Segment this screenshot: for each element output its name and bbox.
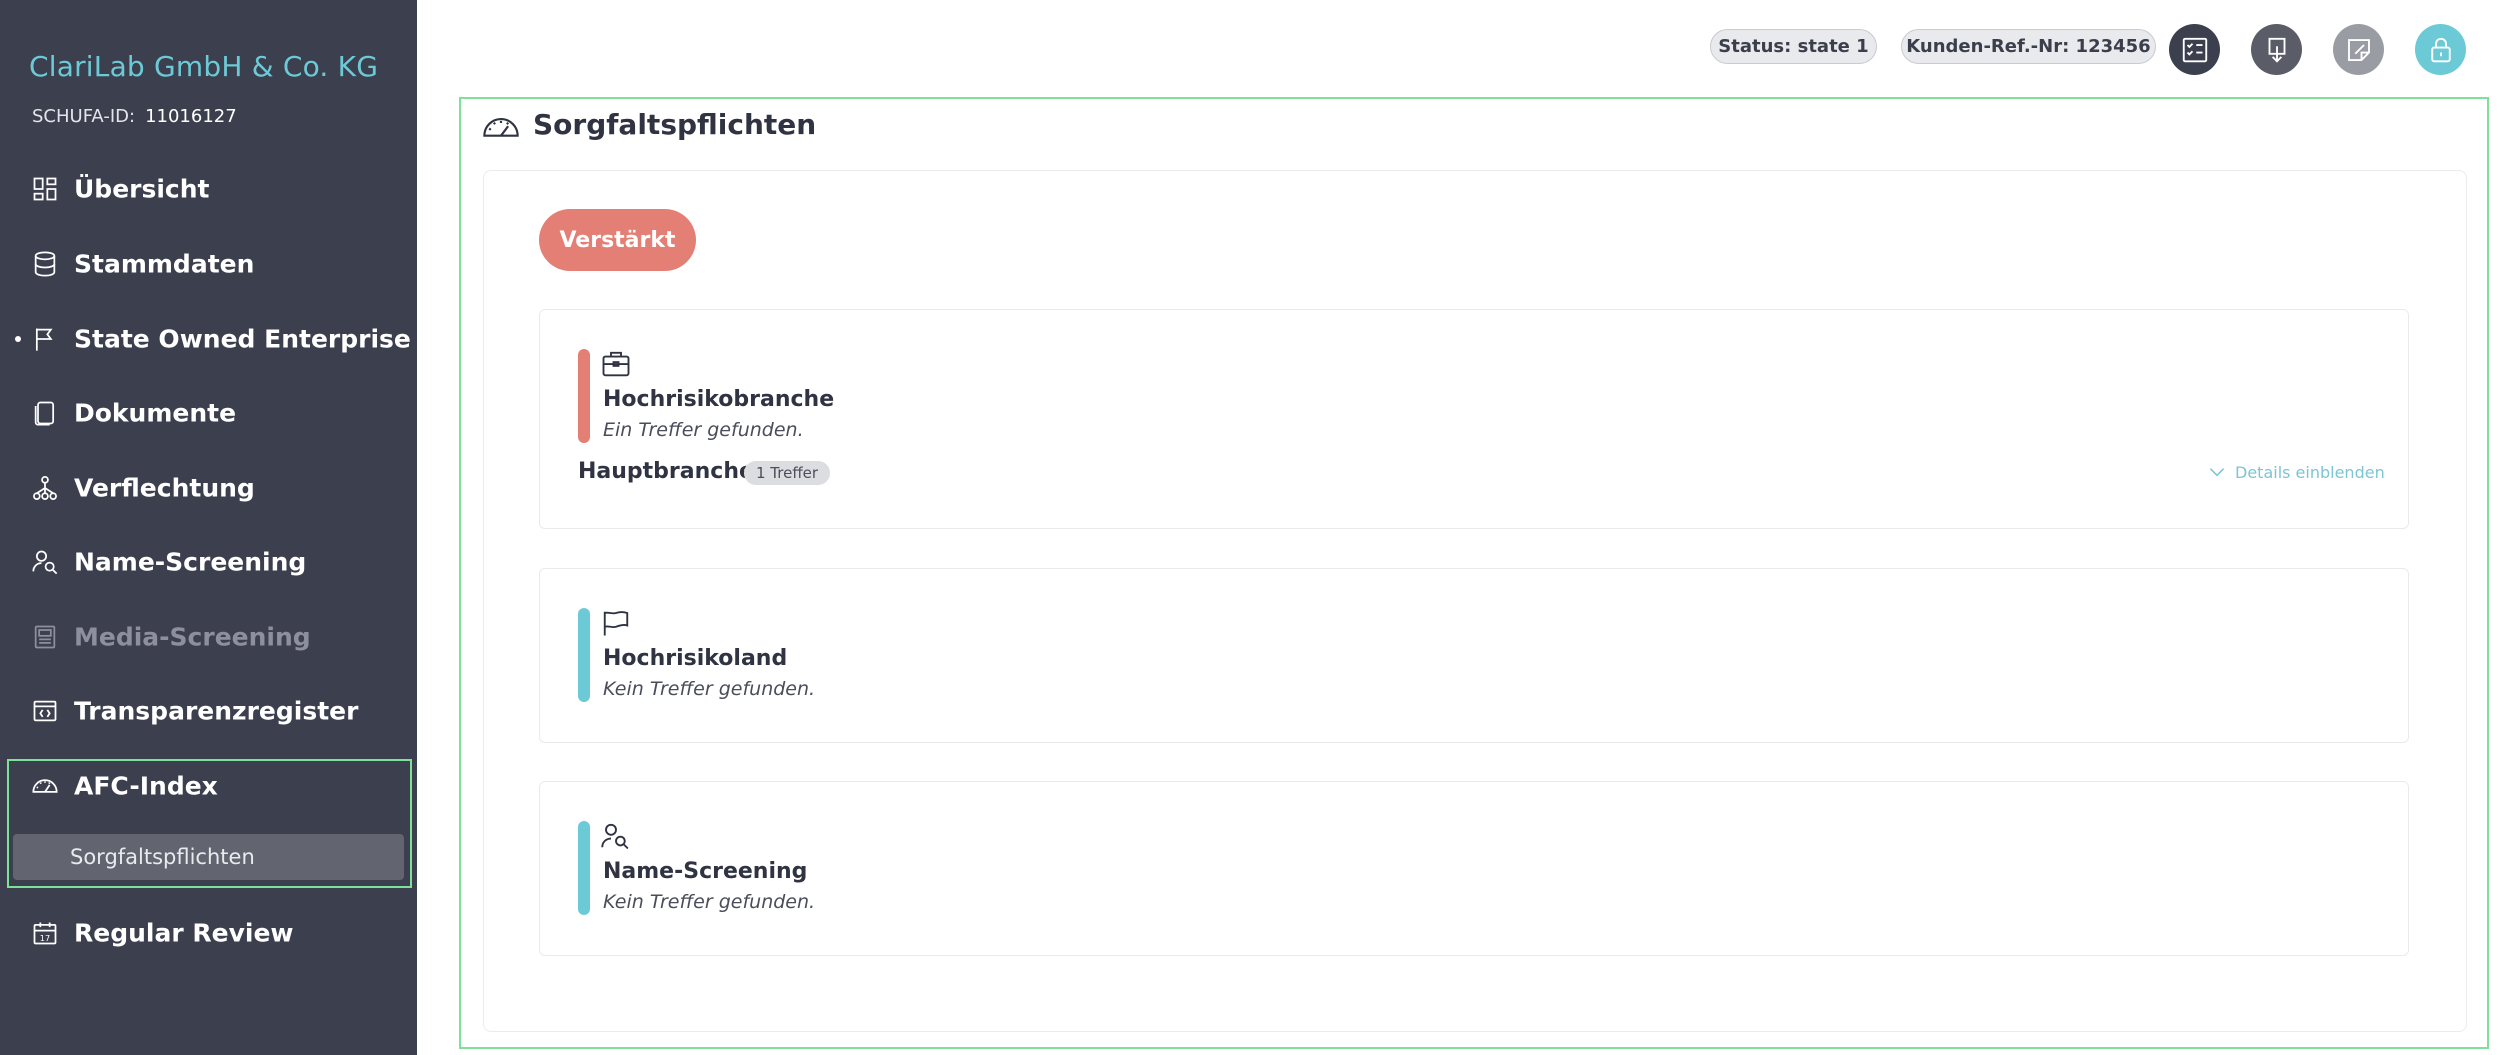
flag-icon — [603, 611, 629, 636]
show-details-link[interactable]: Details einblenden — [2207, 462, 2385, 482]
network-icon — [31, 474, 59, 502]
company-name: ClariLab GmbH & Co. KG — [29, 50, 379, 83]
note-button[interactable] — [2333, 24, 2384, 75]
card-hochrisikobranche — [539, 309, 2409, 529]
card-title: Hochrisikobranche — [603, 387, 835, 412]
status-bar-teal — [578, 821, 590, 915]
sub-item-label: Sorgfaltspflichten — [70, 845, 255, 869]
gauge-icon — [483, 117, 519, 137]
nav-item-afc-index[interactable]: AFC-Index — [0, 758, 417, 814]
briefcase-icon — [602, 351, 630, 377]
hauptbranche-label: Hauptbranche — [578, 459, 754, 484]
nav-item-media-screening[interactable]: Media-Screening — [0, 609, 417, 665]
nav-item-verflechtung[interactable]: Verflechtung — [0, 460, 417, 516]
download-button[interactable] — [2251, 24, 2302, 75]
calendar-icon: 17 — [31, 919, 59, 947]
status-bar-teal — [578, 608, 590, 702]
lock-button[interactable] — [2415, 24, 2466, 75]
schufa-id: SCHUFA-ID: 11016127 — [32, 106, 237, 127]
chevron-down-icon — [2209, 468, 2225, 477]
card-name-screening — [539, 781, 2409, 956]
nav-label: Transparenzregister — [74, 696, 359, 726]
nav-item-uebersicht[interactable]: Übersicht — [0, 161, 417, 217]
documents-icon — [31, 399, 59, 427]
nav-item-dokumente[interactable]: Dokumente — [0, 385, 417, 441]
card-subtitle: Kein Treffer gefunden. — [603, 678, 816, 700]
sub-item-sorgfaltspflichten[interactable]: Sorgfaltspflichten — [13, 834, 404, 880]
nav-label: Regular Review — [74, 918, 294, 948]
code-window-icon — [31, 697, 59, 725]
note-edit-icon — [2347, 38, 2370, 61]
nav-item-stammdaten[interactable]: Stammdaten — [0, 236, 417, 292]
card-subtitle: Kein Treffer gefunden. — [603, 891, 816, 913]
card-title: Hochrisikoland — [603, 646, 788, 671]
dashboard-icon — [31, 175, 59, 203]
active-bullet — [15, 336, 21, 342]
status-bar-red — [578, 349, 590, 443]
customer-ref-badge: Kunden-Ref.-Nr: 123456 — [1901, 29, 2156, 64]
nav-item-state-owned-enterprise[interactable]: State Owned Enterprise — [0, 311, 417, 367]
nav-label: State Owned Enterprise — [74, 324, 411, 354]
card-subtitle: Ein Treffer gefunden. — [603, 419, 804, 441]
page-title: Sorgfaltspflichten — [533, 108, 817, 141]
gauge-icon — [31, 772, 59, 800]
download-icon — [2268, 37, 2285, 63]
nav-label: Name-Screening — [74, 547, 307, 577]
card-title: Name-Screening — [603, 859, 808, 884]
nav-label: Übersicht — [74, 174, 210, 204]
status-badge: Status: state 1 — [1710, 29, 1877, 64]
svg-text:17: 17 — [40, 933, 50, 943]
nav-label: AFC-Index — [74, 771, 218, 801]
nav-item-transparenzregister[interactable]: Transparenzregister — [0, 683, 417, 739]
risk-level-badge: Verstärkt — [539, 209, 696, 271]
show-details-label: Details einblenden — [2235, 462, 2385, 482]
schufa-id-value: 11016127 — [145, 106, 237, 127]
checklist-icon — [2182, 37, 2207, 62]
nav-label: Stammdaten — [74, 249, 255, 279]
person-search-icon — [601, 823, 629, 850]
nav-item-regular-review[interactable]: 17 Regular Review — [0, 905, 417, 961]
sidebar: ClariLab GmbH & Co. KG SCHUFA-ID: 1101612… — [0, 0, 417, 1055]
newspaper-icon — [31, 623, 59, 651]
person-search-icon — [31, 548, 59, 576]
nav-label: Media-Screening — [74, 622, 311, 652]
hit-count-badge: 1 Treffer — [744, 461, 831, 485]
checklist-button[interactable] — [2169, 24, 2220, 75]
schufa-id-label: SCHUFA-ID: — [32, 106, 136, 127]
card-hochrisikoland — [539, 568, 2409, 743]
nav-label: Dokumente — [74, 398, 237, 428]
flag-icon — [31, 325, 59, 353]
lock-icon — [2430, 37, 2451, 62]
database-icon — [31, 250, 59, 278]
nav-label: Verflechtung — [74, 473, 255, 503]
nav-item-name-screening[interactable]: Name-Screening — [0, 534, 417, 590]
